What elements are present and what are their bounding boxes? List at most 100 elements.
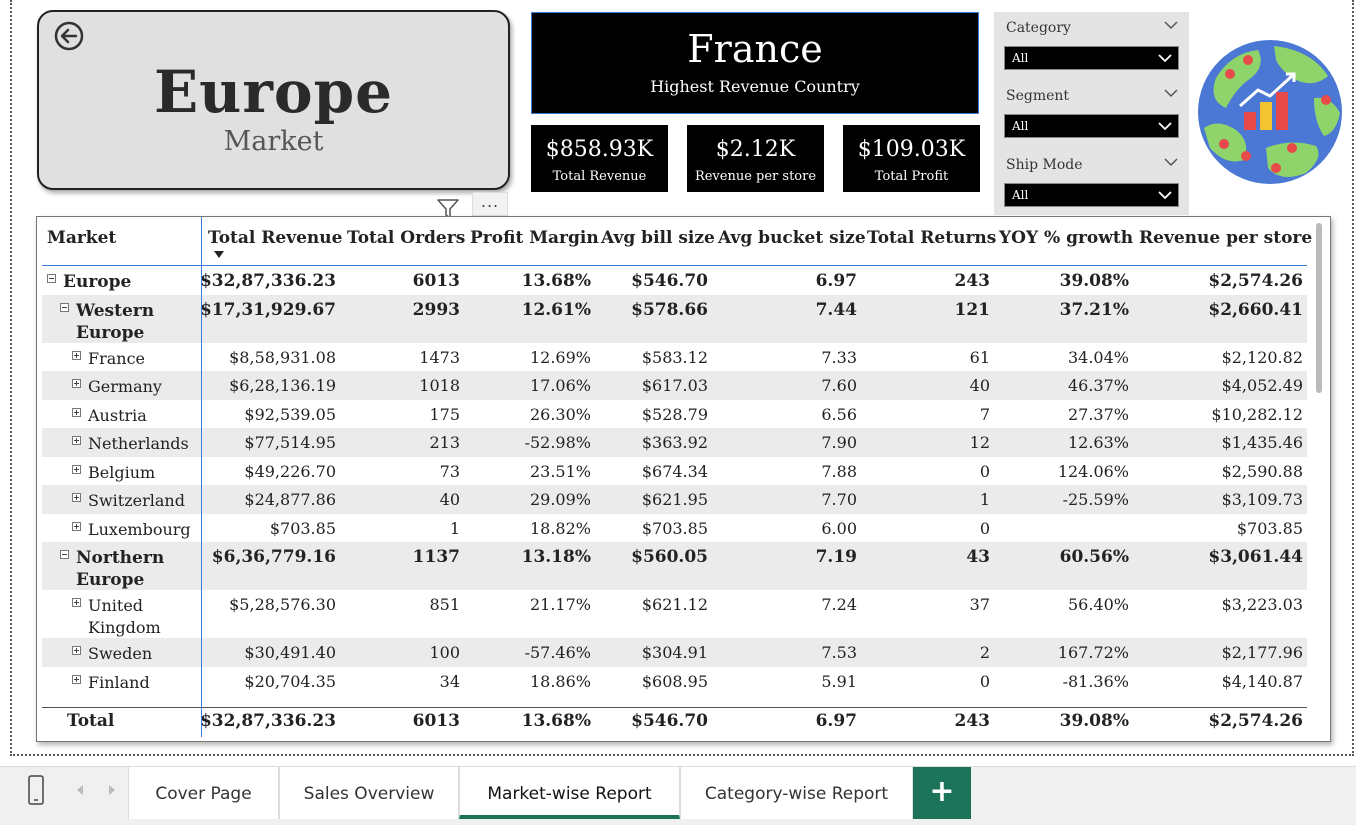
table-cell: $1,435.46: [1221, 433, 1303, 452]
dropdown-value: All: [1012, 119, 1029, 133]
tab-category-wise-report[interactable]: Category-wise Report: [680, 767, 913, 819]
chevron-down-icon: [1158, 122, 1172, 131]
table-cell: $6,28,136.19: [229, 376, 336, 395]
expand-icon[interactable]: [72, 350, 81, 360]
table-cell: $30,491.40: [244, 643, 336, 662]
table-row: Switzerland $24,877.86 40 29.09% $621.95 7.70…: [42, 485, 1307, 514]
table-cell: 7.33: [821, 347, 857, 367]
table-cell: $621.95: [641, 490, 708, 509]
collapse-icon[interactable]: [60, 550, 69, 559]
table-cell: 40: [969, 376, 990, 395]
dropdown-value: All: [1012, 188, 1029, 202]
expand-icon[interactable]: [72, 436, 81, 445]
table-row: France $8,58,931.08 1473 12.69% $583.12 7.33 6…: [42, 343, 1307, 372]
table-cell: $2,590.88: [1221, 461, 1303, 481]
expand-icon[interactable]: [72, 407, 81, 417]
table-row: Luxembourg $703.85 1 18.82% $703.85 6.00 0 $703…: [42, 514, 1307, 543]
row-label-line: Europe: [76, 570, 145, 590]
vertical-scrollbar[interactable]: [1316, 223, 1322, 393]
tab-sales-overview[interactable]: Sales Overview: [279, 767, 459, 819]
table-cell: 37: [969, 595, 990, 614]
expand-icon[interactable]: [72, 464, 81, 474]
globe-growth-icon: [1198, 40, 1342, 184]
column-header-yoy-growth[interactable]: YOY % growth: [999, 228, 1133, 248]
expand-icon[interactable]: [72, 521, 81, 531]
kpi-value: $109.03K: [857, 137, 966, 162]
table-cell: 7.88: [821, 461, 857, 481]
table-cell: 23.51%: [529, 461, 591, 481]
previous-page-icon[interactable]: [74, 783, 86, 797]
kpi-revenue-per-store: $2.12K Revenue per store: [687, 125, 824, 192]
column-header-avg-bill-size[interactable]: Avg bill size: [601, 228, 715, 248]
next-page-icon[interactable]: [106, 783, 118, 797]
table-cell: 34: [439, 671, 460, 691]
total-cell: $32,87,336.23: [199, 711, 336, 731]
table-cell: 18.82%: [529, 518, 591, 538]
table-cell: 56.40%: [1067, 595, 1129, 614]
column-header-avg-bucket-size[interactable]: Avg bucket size: [718, 228, 866, 248]
table-cell: 5.91: [821, 671, 857, 691]
column-header-revenue-per-store[interactable]: Revenue per store: [1139, 228, 1312, 248]
table-cell: $4,052.49: [1221, 376, 1303, 395]
table-row: Austria $92,539.05 175 26.30% $528.79 6.56 7 27…: [42, 400, 1307, 429]
table-cell: 6.97: [815, 271, 857, 291]
table-cell: 12.69%: [529, 347, 591, 367]
sort-descending-icon[interactable]: [214, 251, 224, 258]
add-page-button[interactable]: +: [913, 767, 971, 819]
expand-icon[interactable]: [72, 379, 81, 388]
row-label-line: Europe: [76, 322, 145, 343]
column-header-total-orders[interactable]: Total Orders: [347, 228, 465, 248]
table-cell: 0: [979, 518, 990, 538]
row-label-line: Europe: [63, 272, 132, 292]
table-cell: $560.05: [631, 547, 708, 567]
expand-icon[interactable]: [72, 674, 81, 684]
category-dropdown[interactable]: All: [1004, 46, 1179, 70]
table-cell: 851: [429, 595, 460, 614]
market-card: Europe Market: [37, 10, 510, 190]
table-body: Europe $32,87,336.23 6013 13.68% $546.70 6.97…: [42, 266, 1307, 706]
table-cell: 1: [449, 518, 460, 538]
expand-icon[interactable]: [72, 493, 81, 502]
row-label-line: Netherlands: [88, 434, 189, 453]
table-cell: 7.60: [821, 376, 857, 395]
kpi-label: Total Revenue: [552, 169, 647, 184]
segment-dropdown[interactable]: All: [1004, 114, 1179, 138]
table-cell: 40: [439, 490, 460, 509]
chevron-down-icon[interactable]: [1164, 88, 1178, 98]
row-label: Netherlands: [88, 433, 189, 455]
expand-icon[interactable]: [72, 646, 81, 655]
slicer-title: Segment: [1006, 88, 1070, 104]
table-cell: $703.85: [269, 518, 336, 538]
column-header-total-revenue[interactable]: Total Revenue: [208, 228, 342, 248]
column-header-market[interactable]: Market: [47, 228, 116, 248]
table-cell: $2,120.82: [1221, 347, 1303, 367]
total-cell: 243: [954, 711, 991, 731]
table-cell: $703.85: [1236, 518, 1303, 538]
row-label-line: Germany: [88, 377, 162, 396]
table-cell: $304.91: [641, 643, 708, 662]
table-cell: $8,58,931.08: [229, 347, 336, 367]
tab-cover-page[interactable]: Cover Page: [128, 767, 279, 819]
collapse-icon[interactable]: [47, 274, 56, 283]
chevron-down-icon[interactable]: [1164, 157, 1178, 167]
ship-mode-dropdown[interactable]: All: [1004, 183, 1179, 207]
table-cell: -52.98%: [524, 433, 591, 452]
more-options-icon[interactable]: ...: [472, 192, 508, 216]
column-header-total-returns[interactable]: Total Returns: [867, 228, 996, 248]
row-label-line: Northern: [76, 548, 165, 568]
back-arrow-icon[interactable]: [53, 20, 85, 52]
mobile-layout-icon[interactable]: [22, 775, 50, 805]
column-header-profit-margin[interactable]: Profit Margin: [470, 228, 599, 248]
table-row: United Kingdom $5,28,576.30 851 21.17% $621.1…: [42, 590, 1307, 638]
chevron-down-icon[interactable]: [1164, 20, 1178, 30]
table-cell: 1473: [419, 347, 460, 367]
table-row: Sweden $30,491.40 100 -57.46% $304.91 7.53 2 16…: [42, 638, 1307, 667]
table-row: Northern Europe $6,36,779.16 1137 13.18% $560…: [42, 542, 1307, 590]
row-label: Northern Europe: [76, 547, 164, 591]
tab-market-wise-report[interactable]: Market-wise Report: [459, 767, 680, 819]
expand-icon[interactable]: [72, 598, 81, 607]
collapse-icon[interactable]: [60, 302, 69, 312]
table-cell: 21.17%: [529, 595, 591, 614]
table-cell: $703.85: [641, 518, 708, 538]
table-row: Finland $20,704.35 34 18.86% $608.95 5.91 0 -81…: [42, 667, 1307, 696]
